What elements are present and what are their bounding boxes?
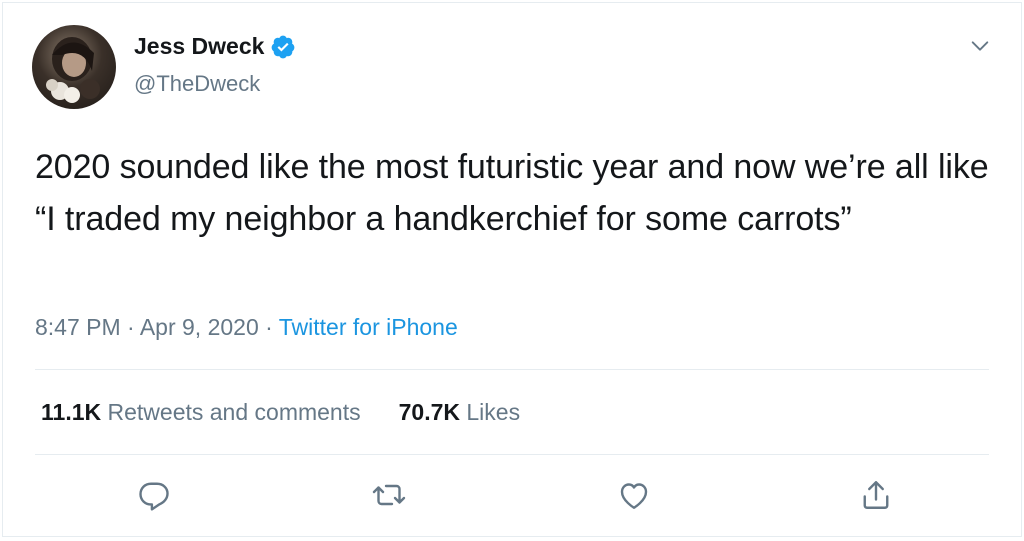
tweet-time[interactable]: 8:47 PM bbox=[35, 314, 121, 340]
tweet-stats: 11.1K Retweets and comments 70.7K Likes bbox=[41, 399, 520, 426]
avatar-photo bbox=[46, 37, 100, 103]
avatar[interactable] bbox=[32, 25, 116, 109]
reply-button[interactable] bbox=[136, 477, 172, 513]
meta-separator: · bbox=[258, 314, 279, 340]
like-button[interactable] bbox=[616, 477, 652, 513]
share-icon bbox=[863, 481, 889, 509]
reply-icon bbox=[139, 482, 169, 511]
likes-count: 70.7K bbox=[398, 399, 460, 425]
tweet-source-link[interactable]: Twitter for iPhone bbox=[279, 314, 458, 340]
retweets-label: Retweets and comments bbox=[107, 399, 361, 425]
chevron-down-icon[interactable] bbox=[969, 35, 991, 57]
tweet-card: Jess Dweck @TheDweck 2020 sounded like t… bbox=[2, 2, 1022, 537]
author-display-name[interactable]: Jess Dweck bbox=[134, 33, 264, 60]
retweets-stat[interactable]: 11.1K Retweets and comments bbox=[41, 399, 361, 426]
tweet-text: 2020 sounded like the most futuristic ye… bbox=[35, 148, 989, 238]
meta-separator: · bbox=[120, 314, 140, 340]
author-handle[interactable]: @TheDweck bbox=[134, 71, 260, 97]
like-icon bbox=[620, 483, 648, 509]
retweet-button[interactable] bbox=[371, 477, 407, 513]
retweet-icon bbox=[372, 484, 406, 506]
tweet-date[interactable]: Apr 9, 2020 bbox=[140, 314, 259, 340]
likes-label: Likes bbox=[466, 399, 521, 425]
verified-badge-icon bbox=[272, 35, 295, 58]
author-name-row: Jess Dweck bbox=[134, 33, 296, 60]
retweets-count: 11.1K bbox=[41, 399, 102, 425]
tweet-metadata: 8:47 PM · Apr 9, 2020 · Twitter for iPho… bbox=[35, 314, 458, 341]
divider bbox=[35, 454, 989, 455]
divider bbox=[35, 369, 989, 370]
likes-stat[interactable]: 70.7K Likes bbox=[399, 399, 520, 426]
share-button[interactable] bbox=[858, 477, 894, 513]
